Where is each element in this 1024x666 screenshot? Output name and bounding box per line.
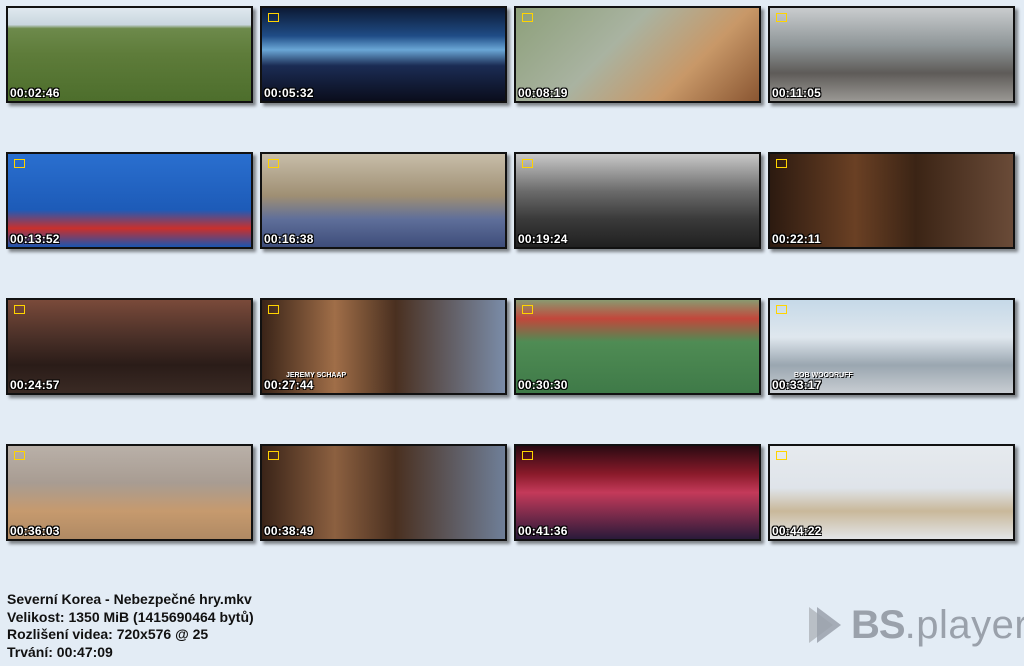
- channel-logo-icon: [14, 159, 25, 168]
- channel-logo-icon: [268, 13, 279, 22]
- video-thumbnail: 00:05:32: [260, 6, 507, 103]
- video-thumbnail: 00:41:36: [514, 444, 761, 541]
- bsplayer-branding: BS .player: [805, 602, 1024, 647]
- timestamp: 00:08:19: [518, 86, 568, 100]
- timestamp: 00:44:22: [772, 524, 822, 538]
- file-size: Velikost: 1350 MiB (1415690464 bytů): [7, 608, 254, 625]
- video-resolution: Rozlišení videa: 720x576 @ 25: [7, 626, 209, 642]
- channel-logo-icon: [268, 305, 279, 314]
- channel-logo-icon: [776, 159, 787, 168]
- channel-logo-icon: [522, 13, 533, 22]
- channel-logo-icon: [268, 451, 279, 460]
- video-thumbnail: 00:30:30: [514, 298, 761, 395]
- timestamp: 00:27:44: [264, 378, 314, 392]
- channel-logo-icon: [522, 159, 533, 168]
- timestamp: 00:02:46: [10, 86, 60, 100]
- bsplayer-logo-icon: [809, 607, 841, 643]
- timestamp: 00:33:17: [772, 378, 822, 392]
- timestamp: 00:38:49: [264, 524, 314, 538]
- video-thumbnail: 00:11:05: [768, 6, 1015, 103]
- video-thumbnail: BOB WOODRUFF 00:33:17: [768, 298, 1015, 395]
- timestamp: 00:24:57: [10, 378, 60, 392]
- video-thumbnail: 00:19:24: [514, 152, 761, 249]
- video-thumbnail: 00:24:57: [6, 298, 253, 395]
- video-thumbnail: 00:08:19: [514, 6, 761, 103]
- video-thumbnail: 00:22:11: [768, 152, 1015, 249]
- thumbnail-grid: 00:02:46 00:05:32 00:08:19 00:11:05 00:13:52…: [0, 0, 1024, 560]
- brand-bs-text: BS: [851, 602, 906, 647]
- file-name: Severní Korea - Nebezpečné hry.mkv: [7, 591, 252, 607]
- timestamp: 00:30:30: [518, 378, 568, 392]
- duration: Trvání: 00:47:09: [7, 643, 113, 660]
- video-thumbnail: 00:44:22: [768, 444, 1015, 541]
- brand-player-text: .player: [904, 602, 1024, 647]
- timestamp: 00:16:38: [264, 232, 314, 246]
- channel-logo-icon: [522, 451, 533, 460]
- timestamp: 00:11:05: [772, 86, 821, 100]
- channel-logo-icon: [776, 451, 787, 460]
- channel-logo-icon: [776, 13, 787, 22]
- video-thumbnail: 00:36:03: [6, 444, 253, 541]
- timestamp: 00:05:32: [264, 86, 314, 100]
- video-thumbnail: 00:38:49: [260, 444, 507, 541]
- timestamp: 00:41:36: [518, 524, 568, 538]
- file-info: Severní Korea - Nebezpečné hry.mkv Velik…: [7, 591, 254, 661]
- video-thumbnail: 00:16:38: [260, 152, 507, 249]
- video-thumbnail: JEREMY SCHAAP 00:27:44: [260, 298, 507, 395]
- channel-logo-icon: [14, 305, 25, 314]
- timestamp: 00:22:11: [772, 232, 821, 246]
- channel-logo-icon: [14, 451, 25, 460]
- channel-logo-icon: [268, 159, 279, 168]
- timestamp: 00:13:52: [10, 232, 60, 246]
- timestamp: 00:19:24: [518, 232, 568, 246]
- channel-logo-icon: [776, 305, 787, 314]
- channel-logo-icon: [522, 305, 533, 314]
- video-thumbnail: 00:13:52: [6, 152, 253, 249]
- timestamp: 00:36:03: [10, 524, 60, 538]
- video-thumbnail: 00:02:46: [6, 6, 253, 103]
